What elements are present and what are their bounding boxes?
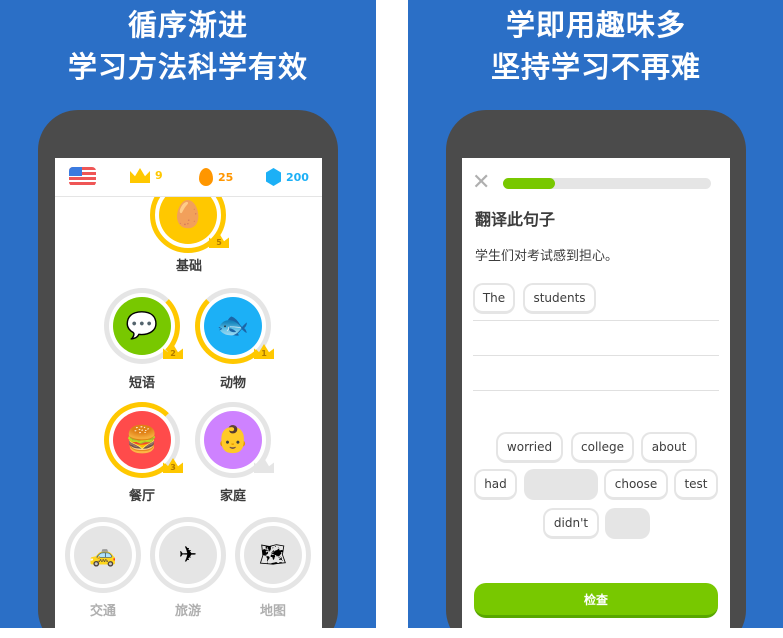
taxi-icon: 🚕 bbox=[74, 526, 132, 584]
check-button[interactable]: 检查 bbox=[474, 583, 718, 618]
crown-level: 1 bbox=[254, 344, 274, 359]
close-icon[interactable]: ✕ bbox=[472, 172, 490, 194]
egg-icon: 🥚 bbox=[159, 197, 217, 244]
answer-line bbox=[473, 320, 719, 321]
headline-line-2: 学习方法科学有效 bbox=[67, 50, 308, 84]
burger-icon: 🍔 bbox=[113, 411, 171, 469]
lesson-progress-bar bbox=[503, 178, 711, 189]
skill-label: 地图 bbox=[259, 604, 286, 619]
prompt-title: 翻译此句子 bbox=[475, 210, 556, 229]
map-icon: 🗺 bbox=[244, 526, 302, 584]
word-bank-tile[interactable]: test bbox=[674, 469, 718, 500]
gems-count: 200 bbox=[286, 170, 309, 184]
skill-label: 家庭 bbox=[219, 489, 246, 504]
skill-label: 旅游 bbox=[174, 604, 201, 619]
crowns-count: 9 bbox=[155, 169, 163, 182]
word-bank-tile[interactable]: had bbox=[474, 469, 517, 500]
headline-line-1: 循序渐进 bbox=[127, 8, 248, 42]
streak-stat[interactable]: 25 bbox=[199, 168, 233, 186]
skill-map[interactable]: 🗺 bbox=[235, 517, 311, 593]
crown-level: 2 bbox=[163, 344, 183, 359]
us-flag-icon[interactable] bbox=[69, 167, 96, 186]
used-tile-slot bbox=[605, 508, 650, 539]
crown-level bbox=[254, 458, 274, 473]
skill-label: 基础 bbox=[175, 259, 202, 274]
gem-icon bbox=[266, 168, 281, 186]
skill-family[interactable]: 👶 bbox=[195, 402, 274, 478]
skill-travel[interactable]: ✈ bbox=[150, 517, 226, 593]
headline-line-1: 学即用趣味多 bbox=[505, 8, 686, 42]
skill-label: 交通 bbox=[89, 604, 116, 619]
progress-fill bbox=[503, 178, 555, 189]
word-bank-tile[interactable]: college bbox=[571, 432, 634, 463]
streak-count: 25 bbox=[218, 170, 234, 184]
word-bank-tile[interactable]: didn't bbox=[543, 508, 599, 539]
skill-transport[interactable]: 🚕 bbox=[65, 517, 141, 593]
skill-label: 餐厅 bbox=[128, 489, 155, 504]
skill-restaurant[interactable]: 🍔 3 bbox=[104, 402, 183, 478]
lesson-screen bbox=[462, 158, 730, 638]
crowns-stat[interactable]: 9 bbox=[130, 168, 163, 183]
used-tile-slot bbox=[524, 469, 598, 500]
word-bank-tile[interactable]: choose bbox=[604, 469, 668, 500]
answer-word[interactable]: The bbox=[473, 283, 515, 314]
baby-icon: 👶 bbox=[204, 411, 262, 469]
source-sentence: 学生们对考试感到担心。 bbox=[475, 249, 619, 264]
gems-stat[interactable]: 200 bbox=[266, 168, 309, 186]
fish-icon: 🐟 bbox=[204, 297, 262, 355]
answer-line bbox=[473, 355, 719, 356]
skill-phrases[interactable]: 💬 2 bbox=[104, 288, 183, 364]
chat-icon: 💬 bbox=[113, 297, 171, 355]
skill-basics[interactable]: 🥚 5 bbox=[150, 197, 229, 253]
answer-word[interactable]: students bbox=[523, 283, 596, 314]
skill-label: 短语 bbox=[128, 376, 155, 391]
flame-icon bbox=[199, 168, 213, 186]
answer-line bbox=[473, 390, 719, 391]
plane-icon: ✈ bbox=[159, 526, 217, 584]
word-bank-tile[interactable]: about bbox=[641, 432, 697, 463]
headline-line-2: 坚持学习不再难 bbox=[490, 50, 701, 84]
skill-tree: 🥚 5 基础 💬 2 短语 🐟 1 动物 🍔 3 餐厅 👶 家庭 🚕 交通 ✈ 旅游 🗺… bbox=[55, 197, 322, 627]
crown-level: 5 bbox=[209, 233, 229, 248]
word-bank-tile[interactable]: worried bbox=[496, 432, 563, 463]
crown-level: 3 bbox=[163, 458, 183, 473]
crown-icon bbox=[130, 168, 150, 183]
skill-animals[interactable]: 🐟 1 bbox=[195, 288, 274, 364]
skill-label: 动物 bbox=[219, 376, 246, 391]
